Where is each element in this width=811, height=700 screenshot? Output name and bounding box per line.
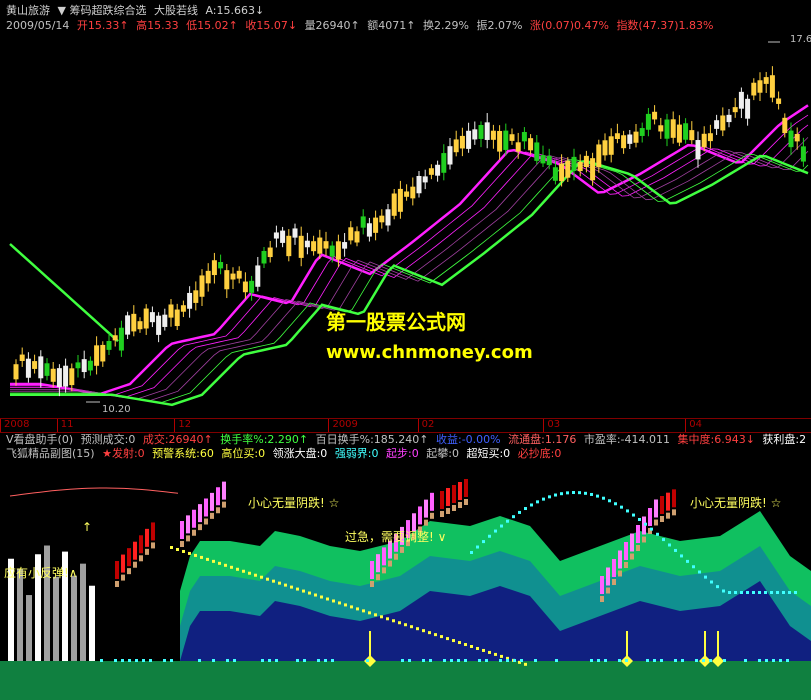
quote-index: 指数(47.37)1.83%	[616, 19, 714, 32]
quote-low: 低15.02↑	[186, 19, 238, 32]
watermark-title: 第一股票公式网	[326, 310, 466, 334]
quote-bar: 2009/05/14 开15.33↑ 高15.33 低15.02↑ 收15.07…	[6, 19, 717, 33]
ind1-gain: 收益:-0.00%	[436, 433, 501, 446]
annotation-careful-1: 小心无量阴跌! ☆	[248, 495, 339, 510]
axis-label: 02	[421, 419, 435, 430]
annotation-rebound: 应有小反弹!∧	[4, 565, 78, 580]
ind2-highbuy: 高位买:0	[221, 447, 266, 460]
ind2-launch: ★发射:0	[102, 447, 145, 460]
ind2-warning: 预警系统:60	[152, 447, 214, 460]
ind1-volume: 成交:26940↑	[142, 433, 213, 446]
axis-label: 11	[60, 419, 74, 430]
quote-high: 高15.33	[136, 19, 179, 32]
time-axis: 2008 11 12 2009 02 03 04	[0, 418, 811, 433]
ind1-concentration: 集中度:6.943↓	[677, 433, 755, 446]
quote-open: 开15.33↑	[76, 19, 129, 32]
indicator-name[interactable]: ▼ 筹码超跌综合选	[58, 4, 147, 17]
ind2-start: 起步:0	[386, 447, 419, 460]
line-name: 大股若线	[153, 4, 198, 17]
ind2-bottom: 必抄底:0	[517, 447, 562, 460]
axis-label: 04	[689, 419, 703, 430]
axis-label: 2008	[4, 419, 30, 430]
stock-name: 黄山旅游	[6, 4, 50, 17]
ind2-strength: 强弱界:0	[334, 447, 379, 460]
ind1-name[interactable]: V看盘助手(0)	[6, 433, 73, 446]
axis-label: 12	[178, 419, 192, 430]
ind1-profit: 获利盘:2	[762, 433, 807, 446]
ind1-forecast: 预测成交:0	[80, 433, 136, 446]
quote-close: 收15.07↓	[245, 19, 298, 32]
indicator2-bar: 飞狐精品副图(15) ★发射:0 预警系统:60 高位买:0 领涨大盘:0 强弱…	[6, 447, 565, 461]
low-price-label: 10.20	[102, 404, 131, 415]
quote-amplitude: 振2.07%	[476, 19, 523, 32]
quote-turnover: 换2.29%	[423, 19, 469, 32]
axis-label: 2009	[332, 419, 358, 430]
price-label: A:15.663↓	[205, 4, 265, 17]
annotation-surge: 过急，需要调整! ∨	[345, 529, 446, 544]
ind2-lead: 领涨大盘:0	[272, 447, 328, 460]
indicator1-bar: V看盘助手(0) 预测成交:0 成交:26940↑ 换手率%:2.290↑ 百日…	[6, 433, 810, 447]
quote-amount: 额4071↑	[367, 19, 416, 32]
title-bar: 黄山旅游 ▼ 筹码超跌综合选 大股若线 A:15.663↓	[6, 4, 268, 18]
ind1-float: 流通盘:1.176	[508, 433, 577, 446]
ind2-rise: 起攀:0	[426, 447, 459, 460]
quote-change: 涨(0.07)0.47%	[529, 19, 609, 32]
axis-label: 03	[547, 419, 561, 430]
annotation-careful-2: 小心无量阴跌! ☆	[690, 495, 781, 510]
quote-volume: 量26940↑	[304, 19, 360, 32]
up-arrow-icon: ↑	[82, 520, 92, 534]
indicator-sub-chart[interactable]: 应有小反弹!∧ 小心无量阴跌! ☆ 过急，需要调整! ∨ 小心无量阴跌! ☆ ↑	[0, 461, 811, 700]
quote-date: 2009/05/14	[6, 19, 70, 32]
ind2-short: 超短买:0	[466, 447, 511, 460]
ind2-name[interactable]: 飞狐精品副图(15)	[6, 447, 95, 460]
ind1-turnover: 换手率%:2.290↑	[220, 433, 309, 446]
ind1-day100: 百日换手%:185.240↑	[315, 433, 429, 446]
ind1-pe: 市盈率:-414.011	[583, 433, 670, 446]
watermark-url: www.chnmoney.com	[326, 342, 533, 363]
high-price-label: 17.6	[790, 34, 811, 45]
